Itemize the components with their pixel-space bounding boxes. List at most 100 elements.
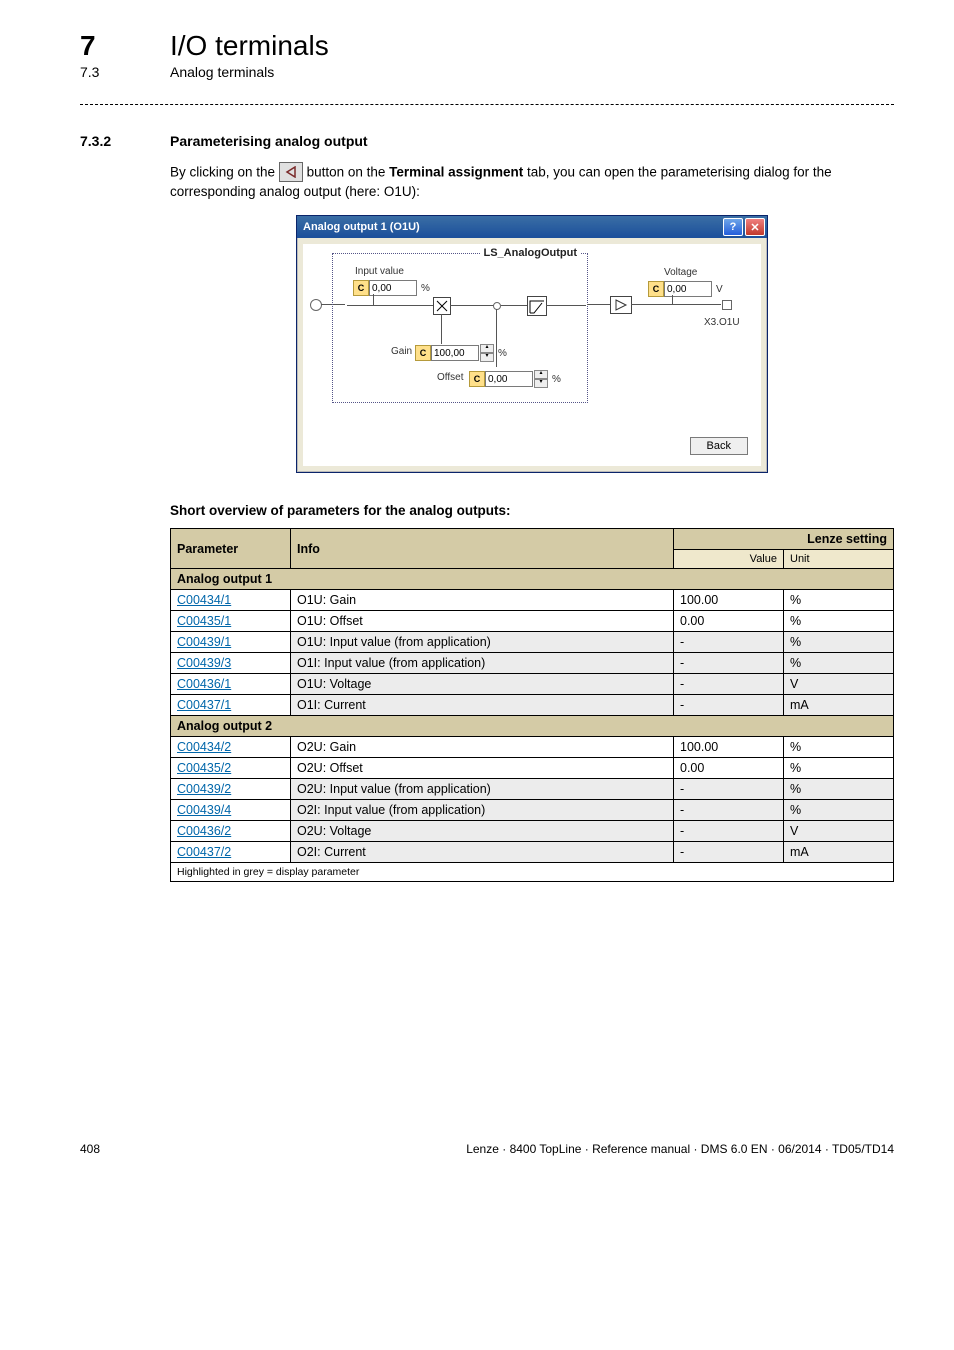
table-cell: C00439/3 (171, 653, 291, 674)
parameter-link[interactable]: C00436/2 (177, 824, 231, 838)
table-cell: % (784, 653, 894, 674)
c-badge-icon: C (469, 371, 485, 387)
table-cell: C00439/1 (171, 632, 291, 653)
parameter-link[interactable]: C00439/4 (177, 803, 231, 817)
table-cell: - (674, 842, 784, 863)
multiply-block-icon (433, 297, 451, 315)
voltage-label: Voltage (664, 267, 697, 278)
gain-field[interactable]: C 100,00 ▴▾ % (415, 344, 507, 362)
table-cell: C00435/2 (171, 758, 291, 779)
parameter-link[interactable]: C00434/2 (177, 740, 231, 754)
parameters-table: Parameter Info Lenze setting Value Unit … (170, 528, 894, 882)
table-cell: C00436/1 (171, 674, 291, 695)
table-cell: O2U: Input value (from application) (291, 779, 674, 800)
back-arrow-icon (279, 162, 303, 182)
table-cell: O2U: Voltage (291, 821, 674, 842)
offset-label: Offset (437, 372, 464, 383)
col-unit: Unit (784, 550, 894, 569)
table-cell: C00434/2 (171, 737, 291, 758)
wire (672, 295, 673, 304)
table-footnote: Highlighted in grey = display parameter (171, 863, 894, 882)
gain-unit: % (498, 348, 507, 359)
analog-output-dialog: Analog output 1 (O1U) ? ✕ LS_AnalogOutpu… (296, 215, 768, 473)
table-cell: C00439/2 (171, 779, 291, 800)
spin-buttons[interactable]: ▴▾ (534, 370, 548, 388)
overview-heading: Short overview of parameters for the ana… (170, 503, 894, 518)
wire (450, 305, 494, 306)
wire (631, 304, 721, 305)
table-cell: O1U: Gain (291, 590, 674, 611)
table-cell: 100.00 (674, 590, 784, 611)
help-icon[interactable]: ? (723, 218, 743, 236)
table-cell: - (674, 695, 784, 716)
table-cell: - (674, 779, 784, 800)
parameter-link[interactable]: C00439/3 (177, 656, 231, 670)
ls-analogoutput-group: LS_AnalogOutput Input value C 0,00 % (332, 253, 588, 403)
chapter-number: 7 (80, 30, 170, 62)
table-cell: mA (784, 695, 894, 716)
subchapter-number: 7.3 (80, 64, 170, 80)
table-cell: O2U: Gain (291, 737, 674, 758)
table-cell: O2U: Offset (291, 758, 674, 779)
dialog-title: Analog output 1 (O1U) (303, 221, 420, 233)
input-value-unit: % (421, 283, 430, 294)
table-cell: % (784, 737, 894, 758)
table-cell: O1U: Offset (291, 611, 674, 632)
table-group-row: Analog output 1 (171, 569, 894, 590)
spin-buttons[interactable]: ▴▾ (480, 344, 494, 362)
dialog-titlebar: Analog output 1 (O1U) ? ✕ (297, 216, 767, 238)
close-icon[interactable]: ✕ (745, 218, 765, 236)
table-cell: O1I: Input value (from application) (291, 653, 674, 674)
parameter-link[interactable]: C00437/1 (177, 698, 231, 712)
table-cell: % (784, 758, 894, 779)
table-cell: C00437/1 (171, 695, 291, 716)
wire (441, 314, 442, 344)
voltage-field[interactable]: C 0,00 V (648, 281, 723, 297)
back-button[interactable]: Back (690, 437, 748, 455)
table-cell: C00439/4 (171, 800, 291, 821)
table-cell: % (784, 611, 894, 632)
output-driver-icon (610, 296, 632, 314)
input-value-field[interactable]: C 0,00 % (353, 280, 430, 296)
offset-value: 0,00 (485, 371, 533, 387)
table-cell: O1I: Current (291, 695, 674, 716)
separator-line (80, 104, 894, 105)
table-cell: O2I: Current (291, 842, 674, 863)
table-cell: O1U: Input value (from application) (291, 632, 674, 653)
section-title: Parameterising analog output (170, 133, 368, 149)
offset-field[interactable]: C 0,00 ▴▾ % (469, 370, 561, 388)
wire (496, 309, 497, 367)
table-cell: C00436/2 (171, 821, 291, 842)
parameter-link[interactable]: C00439/2 (177, 782, 231, 796)
table-cell: C00437/2 (171, 842, 291, 863)
gain-value: 100,00 (431, 345, 479, 361)
ramp-block-icon (527, 296, 547, 316)
table-cell: - (674, 674, 784, 695)
table-cell: 100.00 (674, 737, 784, 758)
wire (373, 294, 374, 305)
sum-node (493, 302, 501, 310)
parameter-link[interactable]: C00435/2 (177, 761, 231, 775)
table-cell: - (674, 821, 784, 842)
parameter-link[interactable]: C00439/1 (177, 635, 231, 649)
table-cell: V (784, 821, 894, 842)
intro-text-mid: button on the (307, 165, 390, 180)
table-cell: % (784, 632, 894, 653)
table-cell: C00435/1 (171, 611, 291, 632)
col-lenze-setting: Lenze setting (674, 529, 894, 550)
parameter-link[interactable]: C00435/1 (177, 614, 231, 628)
wire (587, 304, 611, 305)
parameter-link[interactable]: C00437/2 (177, 845, 231, 859)
intro-paragraph: By clicking on the button on the Termina… (170, 163, 894, 201)
table-cell: - (674, 632, 784, 653)
table-cell: 0.00 (674, 611, 784, 632)
table-cell: - (674, 653, 784, 674)
table-cell: C00434/1 (171, 590, 291, 611)
table-cell: - (674, 800, 784, 821)
wire (501, 305, 527, 306)
col-value: Value (674, 550, 784, 569)
terminal-node (722, 300, 732, 310)
input-value-label: Input value (355, 266, 404, 277)
parameter-link[interactable]: C00434/1 (177, 593, 231, 607)
parameter-link[interactable]: C00436/1 (177, 677, 231, 691)
